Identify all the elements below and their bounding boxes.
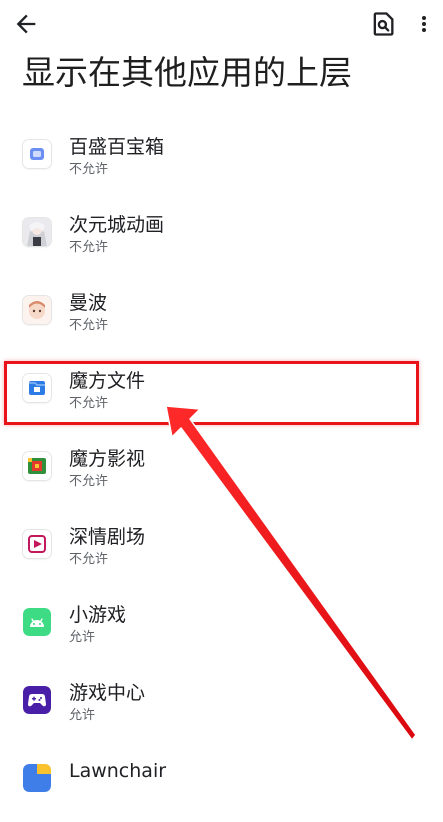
page-title: 显示在其他应用的上层 (22, 53, 352, 92)
app-name: 深情剧场 (69, 526, 146, 548)
app-name: 次元城动画 (69, 214, 165, 236)
app-row-shenqing-theater[interactable]: 深情剧场 不允许 (0, 510, 443, 588)
toolbox-app-icon (23, 140, 51, 168)
app-row-game-center[interactable]: 游戏中心 允许 (0, 666, 443, 744)
lawnchair-app-icon (23, 764, 51, 792)
app-row-mini-games[interactable]: 小游戏 允许 (0, 588, 443, 666)
app-status: 不允许 (69, 240, 109, 255)
back-button[interactable] (12, 10, 40, 38)
app-name: 魔方影视 (69, 448, 146, 470)
more-options-button[interactable] (412, 10, 436, 38)
arrow-back-icon (16, 14, 36, 34)
search-button[interactable] (369, 10, 397, 38)
app-status: 不允许 (69, 552, 109, 567)
app-name: 魔方文件 (69, 370, 146, 392)
app-name: 游戏中心 (69, 682, 146, 704)
app-row-mofang-file[interactable]: 魔方文件 不允许 (0, 354, 443, 432)
app-status: 不允许 (69, 162, 109, 177)
app-row-lawnchair[interactable]: Lawnchair (0, 744, 443, 822)
android-app-icon (23, 608, 51, 636)
app-row-mofang-video[interactable]: 魔方影视 不允许 (0, 432, 443, 510)
app-name: 小游戏 (69, 604, 127, 626)
app-status: 不允许 (69, 474, 109, 489)
manbo-app-icon (23, 296, 51, 324)
gamepad-app-icon (23, 686, 51, 714)
search-in-page-icon (373, 12, 394, 36)
app-name: Lawnchair (69, 760, 167, 782)
app-name: 百盛百宝箱 (69, 136, 165, 158)
app-row-ciyuancheng[interactable]: 次元城动画 不允许 (0, 198, 443, 276)
file-manager-app-icon (23, 374, 51, 402)
app-row-baisheng-toolbox[interactable]: 百盛百宝箱 不允许 (0, 120, 443, 198)
theater-app-icon (23, 530, 51, 558)
video-app-icon (23, 452, 51, 480)
app-status: 允许 (69, 630, 96, 645)
app-status: 不允许 (69, 318, 109, 333)
app-status: 不允许 (69, 396, 109, 411)
more-vert-icon (422, 16, 426, 32)
top-app-bar (0, 0, 443, 52)
app-status: 允许 (69, 708, 96, 723)
app-name: 曼波 (69, 292, 108, 314)
app-row-manbo[interactable]: 曼波 不允许 (0, 276, 443, 354)
anime-app-icon (23, 218, 51, 246)
